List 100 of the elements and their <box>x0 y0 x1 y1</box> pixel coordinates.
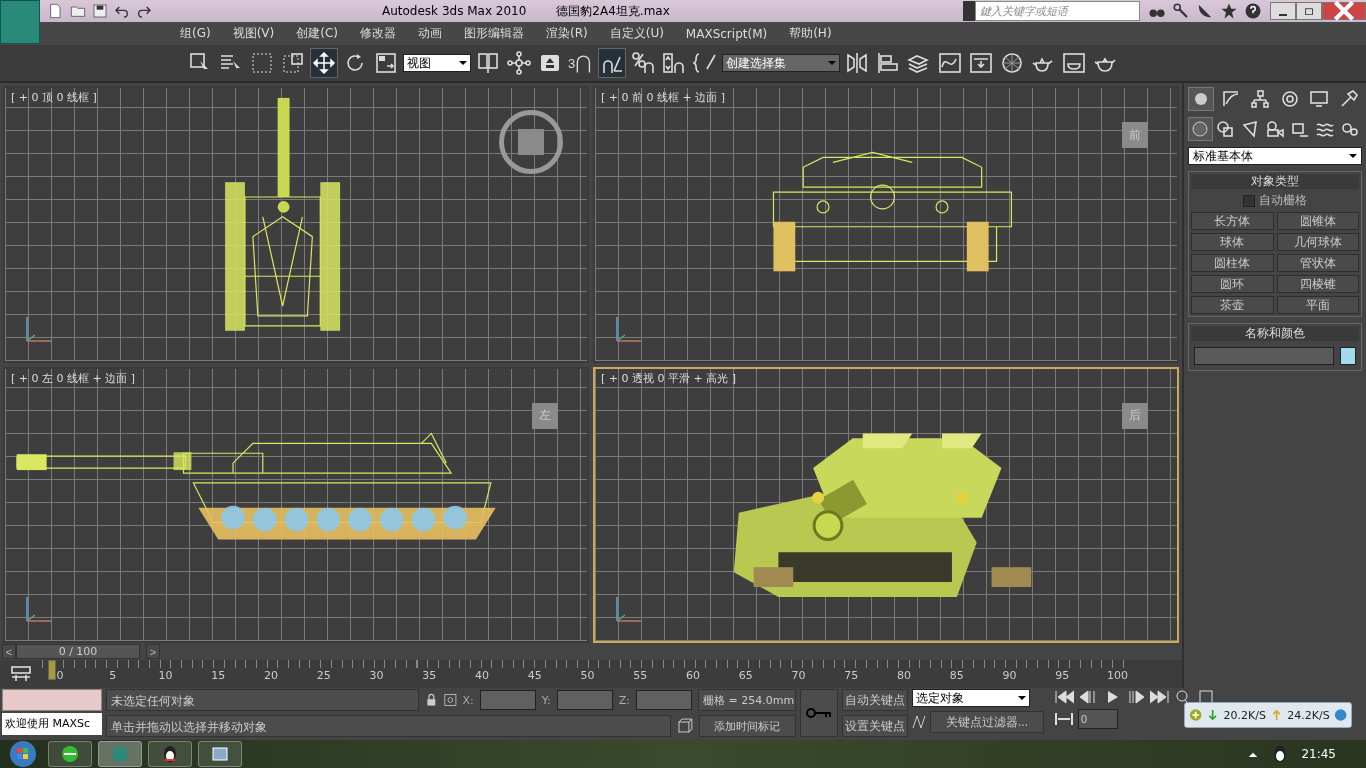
help-icon[interactable] <box>1244 2 1262 20</box>
dropdown-arrow-icon <box>1018 696 1026 700</box>
cube-icon[interactable] <box>676 718 693 734</box>
checkbox[interactable] <box>1243 194 1255 207</box>
clock[interactable]: 21:45 <box>1301 747 1336 761</box>
y-coordinate-field[interactable] <box>556 690 613 710</box>
object-type-button[interactable]: 球体 <box>1191 233 1274 251</box>
menu-item[interactable]: 修改器 <box>360 25 396 42</box>
tick-label: 50 <box>579 669 596 683</box>
tick-label: 80 <box>896 669 912 683</box>
window-crossing-icon <box>281 51 305 75</box>
key-icon <box>806 707 832 719</box>
viewport[interactable]: [ + 0 顶 0 线框 ] <box>3 86 589 363</box>
object-type-button[interactable]: 长方体 <box>1191 212 1274 230</box>
close-button[interactable] <box>1322 2 1366 20</box>
tick-label: 15 <box>210 669 227 683</box>
key-mode-dropdown[interactable]: 选定对象 <box>912 689 1030 707</box>
maxscript-listener-field[interactable] <box>2 689 102 711</box>
star-icon[interactable] <box>1220 2 1238 20</box>
add-time-tag-button[interactable]: 添加时间标记 <box>698 715 796 737</box>
menu-item[interactable]: 组(G) <box>180 25 211 42</box>
object-type-button[interactable]: 圆柱体 <box>1191 254 1274 272</box>
primitive-type-dropdown[interactable]: 标准基本体 <box>1188 147 1362 165</box>
coordinate-dropdown[interactable]: 视图 <box>403 54 471 72</box>
menu-item[interactable]: 创建(C) <box>296 25 338 42</box>
menu-item[interactable]: 自定义(U) <box>609 25 664 42</box>
key-icon[interactable] <box>1172 2 1190 20</box>
rollout-header[interactable]: 名称和颜色 <box>1191 326 1359 341</box>
minimize-button[interactable] <box>1270 2 1296 20</box>
edit-named-selection-icon <box>693 51 717 75</box>
key-filters-button[interactable]: 关键点过滤器... <box>930 711 1044 733</box>
lock-icon[interactable] <box>425 692 438 708</box>
viewport-label[interactable]: [ + 0 透视 0 平滑 + 高光 ] <box>601 370 736 386</box>
minimize-icon <box>1279 14 1287 16</box>
snap-magnet-button[interactable]: 3 <box>567 48 595 78</box>
selection-status: 未选定任何对象 <box>106 689 420 711</box>
menu-item[interactable]: 帮助(H) <box>789 25 832 42</box>
viewport-label[interactable]: [ + 0 左 0 线框 + 边面 ] <box>11 370 135 386</box>
menu-item[interactable]: 动画 <box>418 25 442 42</box>
restore-button[interactable] <box>1296 2 1322 20</box>
save-icon[interactable] <box>92 3 108 19</box>
new-file-icon[interactable] <box>48 3 64 19</box>
viewport-label[interactable]: [ + 0 前 0 线框 + 边面 ] <box>601 90 725 105</box>
tick-label: 20 <box>263 669 279 683</box>
z-coordinate-field[interactable] <box>636 690 692 710</box>
maxscript-output[interactable]: 欢迎使用 MAXSc <box>2 713 102 735</box>
tick-label: 10 <box>157 669 174 683</box>
next-key-icon[interactable] <box>1126 689 1146 705</box>
taskbar-button[interactable] <box>48 741 92 767</box>
viewport[interactable]: [ + 0 透视 0 平滑 + 高光 ] 后 <box>593 366 1179 643</box>
previous-frame-button[interactable]: < <box>2 644 16 659</box>
view-cube[interactable] <box>499 110 563 174</box>
frame-field[interactable]: 0 <box>1078 709 1118 729</box>
object-type-button[interactable]: 几何球体 <box>1276 233 1359 251</box>
auto-key-button[interactable]: 自动关键点 <box>842 689 908 711</box>
modify-tab-icon <box>1220 89 1241 109</box>
next-frame-button[interactable]: > <box>146 644 160 659</box>
tick-label: 0 <box>55 669 65 683</box>
tick-label: 60 <box>685 669 701 683</box>
time-slider-thumb[interactable]: 0 / 100 <box>16 644 140 659</box>
taskbar-button[interactable] <box>148 741 192 767</box>
key-tangent-icon[interactable] <box>912 714 928 730</box>
manipulate-button[interactable] <box>505 48 533 78</box>
object-type-button[interactable]: 平面 <box>1276 296 1359 314</box>
viewport[interactable]: [ + 0 前 0 线框 + 边面 ] 前 <box>593 86 1179 363</box>
panel-tab[interactable] <box>1188 87 1214 111</box>
set-key-mode-button[interactable]: 设置关键点 <box>842 715 908 737</box>
x-coordinate-field[interactable] <box>479 690 536 710</box>
object-type-button[interactable]: 圆锥体 <box>1276 212 1359 230</box>
spinner-snap-icon <box>662 51 686 75</box>
key-mode-toggle-icon[interactable] <box>1054 711 1074 727</box>
rollout-header[interactable]: 对象类型 <box>1191 174 1359 189</box>
open-folder-icon[interactable] <box>70 3 86 19</box>
move-button[interactable] <box>310 48 338 78</box>
go-to-end-icon[interactable] <box>1150 689 1170 705</box>
search-field[interactable]: 鍵入关键字或短语 <box>975 1 1140 21</box>
viewport-label[interactable]: [ + 0 顶 0 线框 ] <box>11 90 97 105</box>
name-field[interactable] <box>1194 347 1334 365</box>
category-button[interactable] <box>1188 117 1213 141</box>
object-type-button[interactable]: 圆环 <box>1191 275 1274 293</box>
object-type-button[interactable]: 管状体 <box>1276 254 1359 272</box>
schematic-view-icon <box>969 51 993 75</box>
go-to-start-icon[interactable] <box>1054 689 1074 705</box>
restore-icon <box>1303 6 1315 16</box>
menu-item[interactable]: 渲染(R) <box>546 25 588 42</box>
track-bar-icon[interactable] <box>10 665 32 683</box>
viewport[interactable]: [ + 0 左 0 线框 + 边面 ] 左 <box>3 366 589 643</box>
plus-icon <box>1189 707 1203 723</box>
menu-item[interactable]: 图形编辑器 <box>464 25 524 42</box>
object-type-button[interactable]: 茶壶 <box>1191 296 1274 314</box>
upload-speed: 24.2K/S <box>1287 708 1330 722</box>
selection-set-dropdown[interactable]: 创建选择集 <box>722 54 840 72</box>
object-type-button[interactable]: 四棱锥 <box>1276 275 1359 293</box>
menu-item[interactable]: 视图(V) <box>232 25 275 42</box>
color-swatch[interactable] <box>1340 347 1356 365</box>
transform-mode-icon[interactable] <box>443 692 457 708</box>
tick-label: 85 <box>948 669 965 683</box>
menu-item[interactable]: MAXScript(M) <box>685 26 768 41</box>
previous-key-icon[interactable] <box>1078 689 1098 705</box>
angle-snap-button[interactable] <box>598 48 626 78</box>
